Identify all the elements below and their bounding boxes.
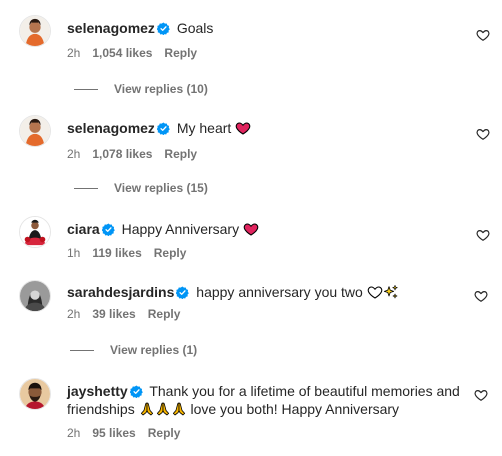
view-replies-button[interactable]: View replies (15) [74,181,208,195]
heart-outline-icon[interactable] [476,28,490,42]
likes-count[interactable]: 1,078 likes [92,147,152,161]
verified-badge-icon [176,286,189,299]
white-heart-emoji-icon [367,284,383,300]
view-replies-button[interactable]: View replies (1) [70,343,197,357]
comment-item: selenagomez Goals 2h 1,054 likes Reply Vie… [0,0,502,100]
avatar[interactable] [19,216,51,248]
comment-meta: 2h 1,078 likes Reply [67,147,209,161]
comment-body: Happy Anniversary [121,221,240,237]
reply-button[interactable]: Reply [164,46,197,60]
comment-meta: 2h 39 likes Reply [67,307,192,321]
avatar[interactable] [19,378,51,410]
divider-line [70,350,94,352]
comment-body: My heart [176,120,232,136]
username[interactable]: selenagomez [67,20,155,36]
comment-meta: 2h 95 likes Reply [67,426,192,440]
timestamp[interactable]: 1h [67,246,80,260]
comment-text: sarahdesjardins happy anniversary you tw… [67,283,399,301]
timestamp[interactable]: 2h [67,426,80,440]
comment-item: jayshetty Thank you for a lifetime of be… [0,370,502,456]
likes-count[interactable]: 1,054 likes [92,46,152,60]
verified-badge-icon [102,223,115,236]
comment-meta: 2h 1,054 likes Reply [67,46,209,60]
comment-text: jayshetty Thank you for a lifetime of be… [67,382,467,418]
comment-body-line1: Thank you for a lifetime of beautiful me… [149,383,460,399]
avatar[interactable] [19,280,51,312]
comment-text: ciara Happy Anniversary [67,220,259,238]
timestamp[interactable]: 2h [67,46,80,60]
folded-hands-emoji-icon [155,401,171,417]
verified-badge-icon [130,385,143,398]
username[interactable]: sarahdesjardins [67,284,174,300]
timestamp[interactable]: 2h [67,307,80,321]
heart-outline-icon[interactable] [474,388,488,402]
comment-item: ciara Happy Anniversary 1h 119 likes Reply [0,210,502,270]
view-replies-label: View replies (15) [114,181,208,195]
comment-body: happy anniversary you two [196,284,363,300]
heart-outline-icon[interactable] [474,289,488,303]
divider-line [74,89,98,91]
likes-count[interactable]: 95 likes [92,426,135,440]
likes-count[interactable]: 119 likes [92,246,141,260]
username[interactable]: selenagomez [67,120,155,136]
timestamp[interactable]: 2h [67,147,80,161]
reply-button[interactable]: Reply [148,307,181,321]
verified-badge-icon [157,122,170,135]
likes-count[interactable]: 39 likes [92,307,135,321]
view-replies-label: View replies (10) [114,82,208,96]
avatar[interactable] [19,15,51,47]
red-heart-emoji-icon [235,120,251,136]
divider-line [74,188,98,190]
view-replies-button[interactable]: View replies (10) [74,82,208,96]
verified-badge-icon [157,22,170,35]
comment-body-line2-end: love you both! Happy Anniversary [190,401,400,417]
folded-hands-emoji-icon [171,401,187,417]
comment-item: sarahdesjardins happy anniversary you tw… [0,270,502,370]
username[interactable]: jayshetty [67,383,128,399]
reply-button[interactable]: Reply [154,246,187,260]
folded-hands-emoji-icon [139,401,155,417]
comment-body: Goals [176,20,214,36]
username[interactable]: ciara [67,221,100,237]
comment-text: selenagomez My heart [67,119,251,137]
avatar[interactable] [19,115,51,147]
comment-item: selenagomez My heart 2h 1,078 likes Reply … [0,110,502,210]
reply-button[interactable]: Reply [164,147,197,161]
heart-outline-icon[interactable] [476,228,490,242]
sparkles-emoji-icon [383,284,399,300]
red-heart-emoji-icon [243,221,259,237]
comment-text: selenagomez Goals [67,19,213,37]
view-replies-label: View replies (1) [110,343,198,357]
comment-body-line2-start: friendships [67,401,135,417]
heart-outline-icon[interactable] [476,127,490,141]
comment-meta: 1h 119 likes Reply [67,246,198,260]
reply-button[interactable]: Reply [148,426,181,440]
